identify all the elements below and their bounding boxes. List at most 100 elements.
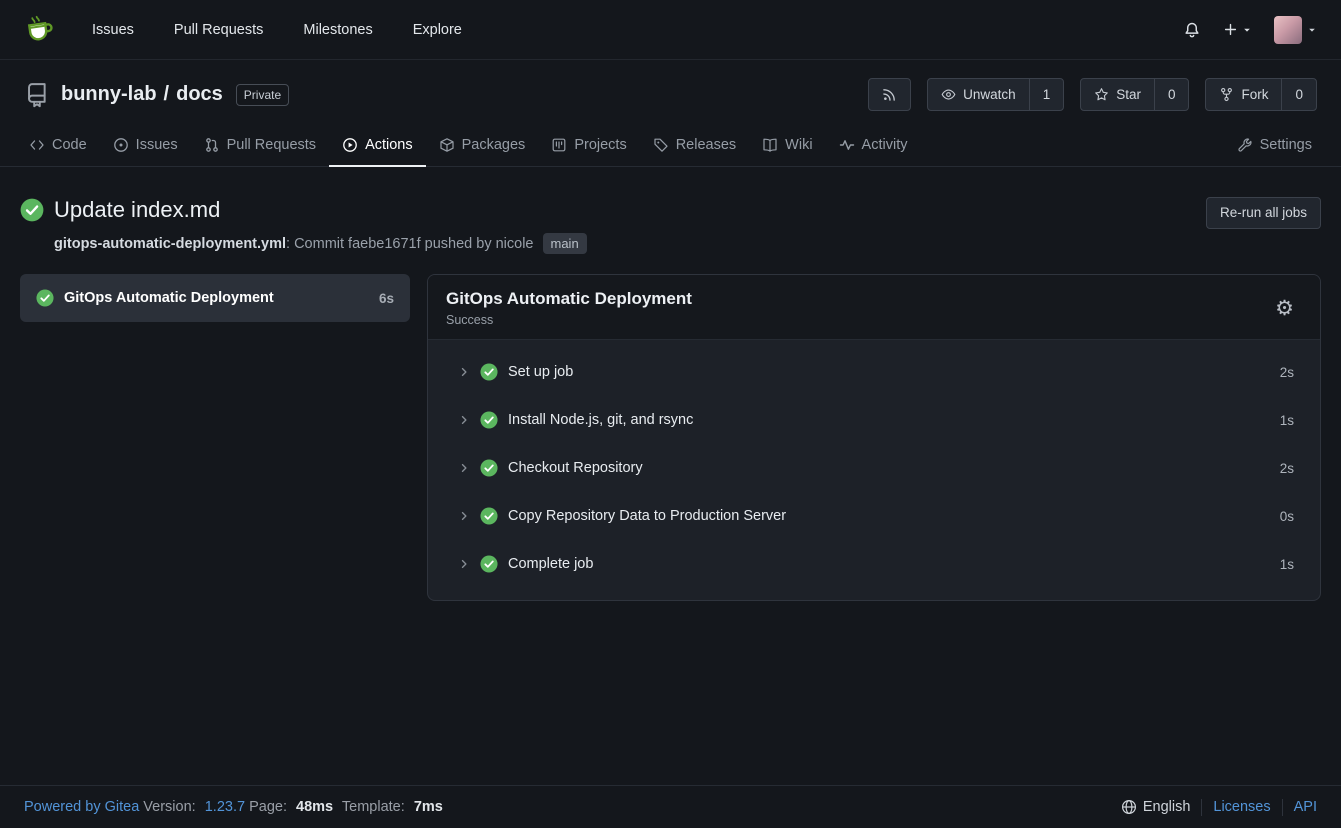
tab-label: Activity	[862, 137, 908, 153]
step-duration: 1s	[1280, 557, 1294, 572]
pull-request-icon	[204, 137, 220, 153]
star-count[interactable]: 0	[1154, 78, 1190, 111]
tab-code[interactable]: Code	[16, 127, 100, 167]
nav-milestones[interactable]: Milestones	[303, 22, 372, 38]
create-new-button[interactable]	[1223, 22, 1252, 37]
step-row[interactable]: Copy Repository Data to Production Serve…	[428, 492, 1320, 540]
private-badge: Private	[236, 84, 289, 106]
success-check-icon	[480, 411, 498, 429]
user-menu[interactable]	[1274, 16, 1317, 44]
job-duration: 6s	[379, 291, 394, 306]
template-label: Template:	[342, 799, 405, 815]
job-panel-title: GitOps Automatic Deployment	[446, 289, 692, 309]
tab-packages[interactable]: Packages	[426, 127, 539, 167]
tab-label: Releases	[676, 137, 736, 153]
branch-badge[interactable]: main	[543, 233, 587, 254]
rerun-all-jobs-button[interactable]: Re-run all jobs	[1206, 197, 1321, 229]
watch-group: Unwatch 1	[927, 78, 1064, 111]
repo-owner-link[interactable]: bunny-lab	[61, 83, 157, 106]
step-duration: 2s	[1280, 461, 1294, 476]
run-header-left: Update index.md gitops-automatic-deploym…	[20, 197, 587, 254]
fork-count[interactable]: 0	[1281, 78, 1317, 111]
tab-actions[interactable]: Actions	[329, 127, 426, 167]
tab-wiki[interactable]: Wiki	[749, 127, 825, 167]
fork-group: Fork 0	[1205, 78, 1317, 111]
footer-left: Powered by Gitea Version: 1.23.7 Page: 4…	[24, 799, 448, 815]
chevron-right-icon[interactable]	[458, 558, 470, 570]
pulse-icon	[839, 137, 855, 153]
step-name: Copy Repository Data to Production Serve…	[508, 508, 786, 524]
repo-header: bunny-lab / docs Private	[0, 60, 1341, 167]
fork-button[interactable]: Fork	[1205, 78, 1282, 111]
commit-info: : Commit faebe1671f pushed by nicole	[286, 236, 533, 252]
star-button[interactable]: Star	[1080, 78, 1155, 111]
tab-releases[interactable]: Releases	[640, 127, 749, 167]
run-title: Update index.md	[54, 197, 220, 223]
gitea-logo[interactable]	[24, 14, 56, 46]
nav-explore[interactable]: Explore	[413, 22, 462, 38]
tab-settings[interactable]: Settings	[1224, 127, 1325, 167]
book-icon	[762, 137, 778, 153]
star-icon	[1094, 87, 1109, 102]
api-link[interactable]: API	[1294, 799, 1317, 815]
workflow-file-name: gitops-automatic-deployment.yml	[54, 236, 286, 252]
unwatch-button[interactable]: Unwatch	[927, 78, 1030, 111]
job-name: GitOps Automatic Deployment	[64, 290, 274, 306]
project-board-icon	[551, 137, 567, 153]
repo-title-separator: /	[164, 83, 170, 106]
language-label: English	[1143, 799, 1191, 815]
fork-label: Fork	[1241, 88, 1268, 102]
step-row[interactable]: Complete job 1s	[428, 540, 1320, 588]
globe-icon	[1121, 799, 1137, 815]
step-name: Complete job	[508, 556, 593, 572]
nav-pull-requests[interactable]: Pull Requests	[174, 22, 263, 38]
chevron-right-icon[interactable]	[458, 414, 470, 426]
version-link[interactable]: 1.23.7	[205, 799, 245, 815]
job-list-item[interactable]: GitOps Automatic Deployment 6s	[20, 274, 410, 322]
step-row[interactable]: Install Node.js, git, and rsync 1s	[428, 396, 1320, 444]
step-row[interactable]: Checkout Repository 2s	[428, 444, 1320, 492]
watch-count[interactable]: 1	[1029, 78, 1065, 111]
repo-name-link[interactable]: docs	[176, 83, 223, 106]
jobs-sidebar: GitOps Automatic Deployment 6s	[20, 274, 410, 322]
chevron-down-icon	[1307, 25, 1317, 35]
avatar[interactable]	[1274, 16, 1302, 44]
tab-label: Pull Requests	[227, 137, 316, 153]
nav-issues[interactable]: Issues	[92, 22, 134, 38]
chevron-down-icon	[1242, 25, 1252, 35]
gear-icon[interactable]: ⚙	[1275, 298, 1302, 319]
repo-icon	[24, 82, 50, 108]
job-panel-header: GitOps Automatic Deployment Success ⚙	[428, 275, 1320, 340]
chevron-right-icon[interactable]	[458, 510, 470, 522]
success-check-icon	[480, 507, 498, 525]
repo-title: bunny-lab / docs	[61, 83, 223, 106]
footer: Powered by Gitea Version: 1.23.7 Page: 4…	[0, 785, 1341, 828]
eye-icon	[941, 87, 956, 102]
footer-right: English Licenses API	[1121, 799, 1317, 816]
tab-label: Settings	[1260, 137, 1312, 153]
chevron-right-icon[interactable]	[458, 366, 470, 378]
tab-projects[interactable]: Projects	[538, 127, 639, 167]
rss-button[interactable]	[868, 78, 911, 111]
tab-issues[interactable]: Issues	[100, 127, 191, 167]
step-duration: 1s	[1280, 413, 1294, 428]
language-selector[interactable]: English	[1121, 799, 1191, 815]
play-circle-icon	[342, 137, 358, 153]
repo-tabs: Code Issues Pull Requests Actions Packag…	[0, 127, 1341, 167]
chevron-right-icon[interactable]	[458, 462, 470, 474]
gitea-actions-page: Issues Pull Requests Milestones Explore	[0, 0, 1341, 828]
notifications-button[interactable]	[1183, 21, 1201, 39]
job-detail-panel: GitOps Automatic Deployment Success ⚙ Se…	[427, 274, 1321, 601]
plus-icon	[1223, 22, 1238, 37]
tab-label: Projects	[574, 137, 626, 153]
tab-activity[interactable]: Activity	[826, 127, 921, 167]
tab-pull-requests[interactable]: Pull Requests	[191, 127, 329, 167]
template-time: 7ms	[414, 799, 443, 815]
issue-circle-icon	[113, 137, 129, 153]
success-check-icon	[480, 459, 498, 477]
run-subtitle: gitops-automatic-deployment.yml: Commit …	[54, 233, 587, 254]
licenses-link[interactable]: Licenses	[1213, 799, 1270, 815]
repo-action-buttons: Unwatch 1 Star 0	[868, 78, 1317, 111]
powered-by-gitea-link[interactable]: Powered by Gitea	[24, 799, 139, 815]
step-row[interactable]: Set up job 2s	[428, 348, 1320, 396]
